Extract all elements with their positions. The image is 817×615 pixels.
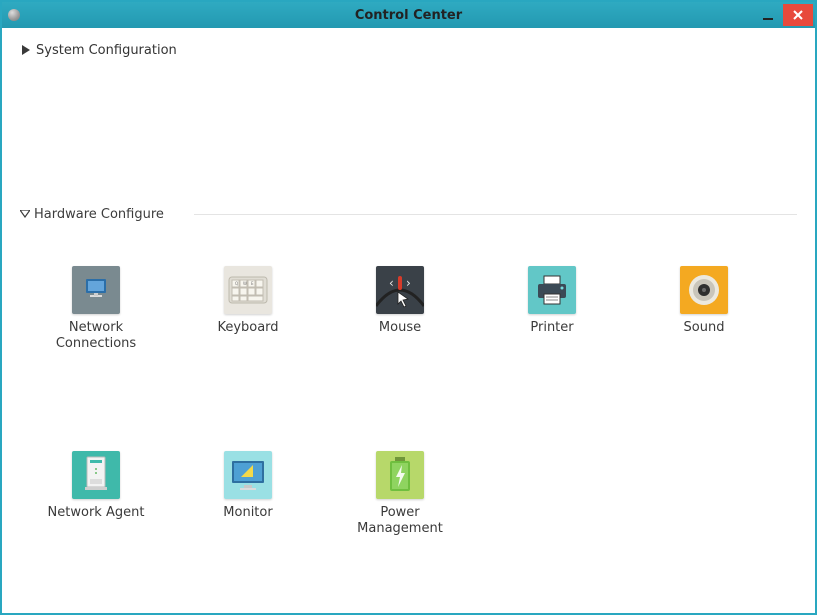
network-agent-icon <box>72 451 120 499</box>
close-icon <box>792 9 804 21</box>
spacer <box>20 62 797 202</box>
close-button[interactable] <box>783 4 813 26</box>
minimize-button[interactable] <box>753 4 783 26</box>
monitor-icon <box>224 451 272 499</box>
item-printer[interactable]: Printer <box>476 266 628 351</box>
item-label: Power Management <box>340 505 460 536</box>
item-keyboard[interactable]: QWE Keyboard <box>172 266 324 351</box>
section-label: System Configuration <box>36 43 177 58</box>
item-label: Keyboard <box>217 320 278 336</box>
window-frame: Control Center System Configuration Hard… <box>0 0 817 615</box>
client-area: System Configuration Hardware Configure <box>2 28 815 613</box>
item-label: Network Connections <box>36 320 156 351</box>
svg-text:›: › <box>406 276 411 290</box>
item-label: Monitor <box>223 505 272 521</box>
window-controls <box>753 4 813 26</box>
app-menu-icon[interactable] <box>8 9 20 21</box>
item-label: Mouse <box>379 320 421 336</box>
divider <box>194 214 797 215</box>
item-label: Sound <box>684 320 725 336</box>
svg-text:W: W <box>243 281 247 286</box>
hardware-grid: Network Connections QWE Keyboard <box>20 226 797 613</box>
chevron-right-icon <box>20 44 32 56</box>
section-label: Hardware Configure <box>34 207 164 222</box>
minimize-icon <box>763 18 773 20</box>
sound-icon <box>680 266 728 314</box>
network-connections-icon <box>72 266 120 314</box>
item-sound[interactable]: Sound <box>628 266 780 351</box>
svg-text:‹: ‹ <box>389 276 394 290</box>
chevron-down-icon <box>20 207 30 222</box>
item-network-connections[interactable]: Network Connections <box>20 266 172 351</box>
titlebar[interactable]: Control Center <box>2 2 815 28</box>
keyboard-icon: QWE <box>224 266 272 314</box>
power-management-icon <box>376 451 424 499</box>
svg-text:Q: Q <box>235 281 238 286</box>
mouse-icon: ‹ › <box>376 266 424 314</box>
printer-icon <box>528 266 576 314</box>
item-network-agent[interactable]: Network Agent <box>20 451 172 536</box>
item-label: Network Agent <box>48 505 145 521</box>
item-mouse[interactable]: ‹ › Mouse <box>324 266 476 351</box>
window-title: Control Center <box>2 8 815 23</box>
section-system-configuration[interactable]: System Configuration <box>20 38 797 62</box>
item-monitor[interactable]: Monitor <box>172 451 324 536</box>
item-power-management[interactable]: Power Management <box>324 451 476 536</box>
section-hardware-configure[interactable]: Hardware Configure <box>20 202 797 226</box>
item-label: Printer <box>530 320 573 336</box>
